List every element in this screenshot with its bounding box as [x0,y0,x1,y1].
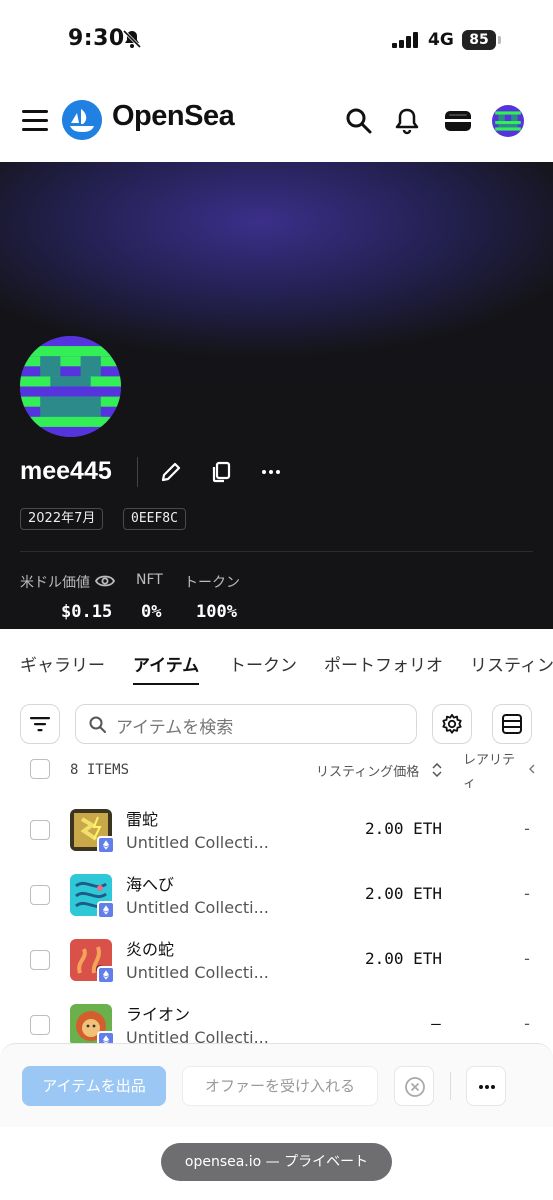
item-name[interactable]: ライオン [126,1001,190,1025]
item-search-field[interactable]: アイテムを検索 [75,704,417,744]
ethereum-icon [97,901,115,919]
bulk-action-bar: アイテムを出品 オファーを受け入れる [0,1043,553,1127]
item-rarity: - [524,884,530,903]
sort-icon[interactable] [432,763,442,777]
search-icon[interactable] [344,106,374,136]
item-price: – [431,1014,441,1033]
item-price: 2.00 ETH [364,819,442,838]
browser-url-bar[interactable]: opensea.io — プライベート [161,1143,392,1181]
item-rarity: - [524,949,530,968]
edit-pencil-icon[interactable] [159,460,183,484]
eye-icon[interactable] [95,573,115,589]
divider [450,1072,451,1100]
close-circle-icon [405,1077,425,1097]
sort-listing-price[interactable]: リスティング価格 [316,761,419,780]
list-view-icon [502,714,522,734]
list-view-button[interactable] [492,704,532,744]
item-collection[interactable]: Untitled Collecti... [126,898,269,917]
ethereum-icon [97,836,115,854]
menu-icon[interactable] [22,110,48,132]
ethereum-icon [97,966,115,984]
profile-avatar[interactable] [20,336,121,437]
status-bar: 9:30 4G 85 [0,0,553,82]
app-header: OpenSea [0,82,553,162]
item-name[interactable]: 雷蛇 [126,806,158,830]
stat-label-usd: 米ドル価値 [20,575,90,591]
status-time: 9:30 [68,26,125,51]
row-checkbox[interactable] [30,950,50,970]
stat-value-nft: 0% [141,602,162,622]
divider [137,457,138,487]
settings-button[interactable] [432,704,472,744]
user-avatar[interactable] [492,105,524,137]
opensea-logo-icon[interactable] [62,100,102,140]
wallet-address-chip[interactable]: 0EEF8C [123,508,186,530]
joined-date-chip: 2022年7月 [20,508,104,530]
search-placeholder: アイテムを検索 [116,718,234,738]
signal-icon [392,32,418,48]
sort-icon-partial [529,764,535,774]
filter-button[interactable] [20,704,60,744]
divider [20,551,533,552]
profile-username: mee445 [20,457,112,485]
search-icon [89,716,106,733]
item-rarity: - [524,1014,530,1033]
gear-icon [442,713,462,734]
network-type: 4G [428,30,454,50]
rarity-header-line2: ィ [463,776,477,791]
tab-gallery[interactable]: ギャラリー [20,651,105,676]
bell-muted-icon [122,29,142,49]
profile-banner: mee445 2022年7月 0EEF8C 米ドル価値 NFT トークン $0.… [0,162,553,629]
item-count: 8 ITEMS [70,762,130,778]
select-all-checkbox[interactable] [30,759,50,779]
notification-bell-icon[interactable] [392,106,422,136]
wallet-icon[interactable] [443,106,473,136]
clear-selection-button[interactable] [394,1066,434,1106]
battery-tip [498,36,501,44]
stat-label-token: トークン [184,575,240,591]
tab-tokens[interactable]: トークン [229,651,297,676]
stat-label-nft: NFT [136,572,163,588]
item-rarity: - [524,819,530,838]
tab-items[interactable]: アイテム [133,651,199,676]
more-actions-button[interactable] [466,1066,506,1106]
battery-level: 85 [462,30,496,50]
copy-icon[interactable] [209,460,233,484]
item-collection[interactable]: Untitled Collecti... [126,833,269,852]
row-checkbox[interactable] [30,885,50,905]
stat-value-token: 100% [196,602,237,622]
tab-listings[interactable]: リスティン [470,651,553,676]
item-name[interactable]: 炎の蛇 [126,936,174,960]
accept-offers-button[interactable]: オファーを受け入れる [182,1066,378,1106]
item-price: 2.00 ETH [364,884,442,903]
item-price: 2.00 ETH [364,949,442,968]
filter-icon [30,717,50,732]
row-checkbox[interactable] [30,820,50,840]
row-checkbox[interactable] [30,1015,50,1035]
tab-portfolio[interactable]: ポートフォリオ [324,651,443,676]
list-items-button[interactable]: アイテムを出品 [22,1066,166,1106]
item-name[interactable]: 海へび [126,871,174,895]
active-tab-indicator [133,683,199,685]
more-options-icon[interactable] [259,460,283,484]
rarity-header-line1[interactable]: レアリテ [463,749,515,768]
brand-name[interactable]: OpenSea [112,100,235,133]
profile-tabs: ギャラリー アイテム トークン ポートフォリオ リスティン [0,629,553,689]
item-collection[interactable]: Untitled Collecti... [126,963,269,982]
more-options-icon [479,1085,495,1089]
stat-value-usd: $0.15 [61,602,113,622]
